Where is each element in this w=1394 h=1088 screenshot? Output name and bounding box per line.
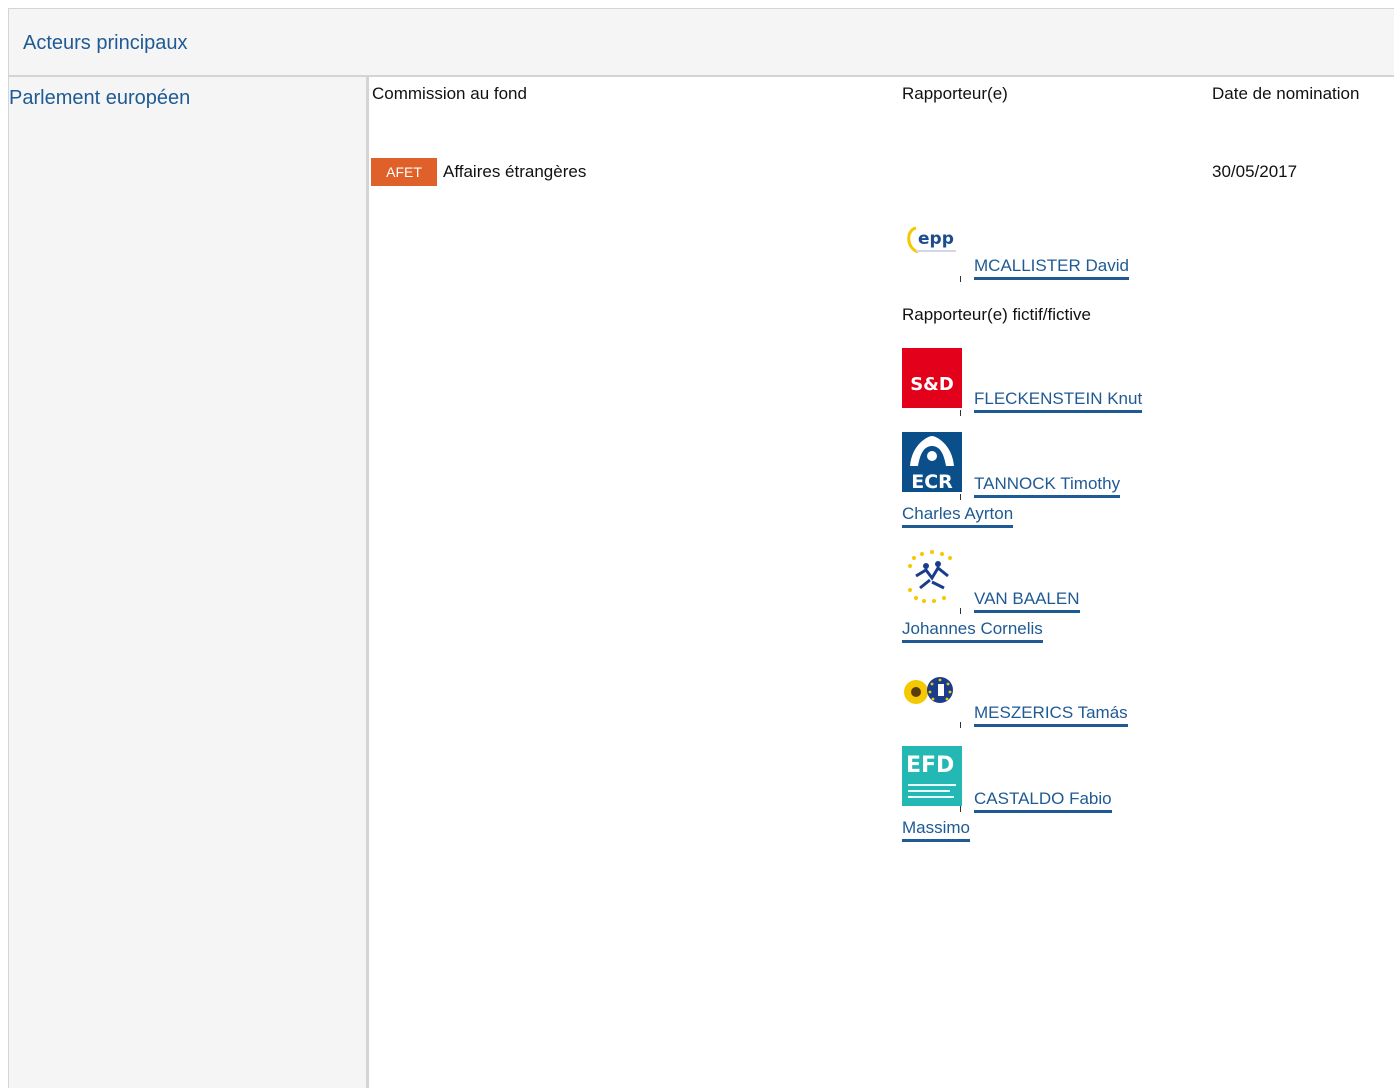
shadow-rapporteur-link[interactable]: TANNOCK Timothy [974, 469, 1121, 499]
divider [960, 276, 961, 282]
efdd-logo-text: EFD [906, 753, 954, 778]
ecr-logo-icon: ECR [902, 432, 962, 493]
column-header-committee: Commission au fond [372, 84, 527, 103]
committee-name: Affaires étrangères [443, 162, 587, 181]
divider [960, 806, 961, 812]
shadow-rapporteur-link[interactable]: FLECKENSTEIN Knut [974, 384, 1143, 414]
section-title: Acteurs principaux [23, 32, 188, 54]
shadow-rapporteur-link[interactable]: CASTALDO Fabio [974, 784, 1112, 814]
epp-logo-icon: epp [902, 214, 962, 270]
shadow-rapporteur-link[interactable]: VAN BAALEN [974, 584, 1080, 614]
sd-logo-text: S&D [910, 374, 954, 395]
nomination-date: 30/05/2017 [1212, 162, 1298, 181]
column-header-date: Date de nomination [1212, 84, 1360, 103]
rapporteur-link[interactable]: MCALLISTER David [974, 251, 1129, 281]
divider [960, 410, 961, 416]
column-header-rapporteur: Rapporteur(e) [902, 84, 1008, 103]
epp-logo-text: epp [918, 229, 954, 249]
greens-efa-logo-icon [902, 672, 962, 712]
section-header: Acteurs principaux [9, 9, 1394, 77]
committee-badge[interactable]: AFET [371, 158, 437, 186]
shadow-rapporteur-link[interactable]: MESZERICS Tamás [974, 698, 1128, 728]
shadow-rapporteur-link[interactable]: Charles Ayrton [902, 499, 1014, 529]
shadow-rapporteur-label: Rapporteur(e) fictif/fictive [902, 305, 1091, 324]
institution-label: Parlement européen [9, 87, 191, 109]
shadow-rapporteur-link[interactable]: Johannes Cornelis [902, 614, 1043, 644]
institution-column: Parlement européen [9, 77, 369, 1088]
shadow-rapporteur-link[interactable]: Massimo [902, 813, 971, 843]
alde-logo-icon [902, 546, 962, 604]
efdd-logo-icon: EFD [902, 746, 962, 806]
divider [960, 722, 961, 728]
ecr-logo-text: ECR [911, 471, 953, 492]
sd-logo-icon: S&D [902, 348, 962, 408]
